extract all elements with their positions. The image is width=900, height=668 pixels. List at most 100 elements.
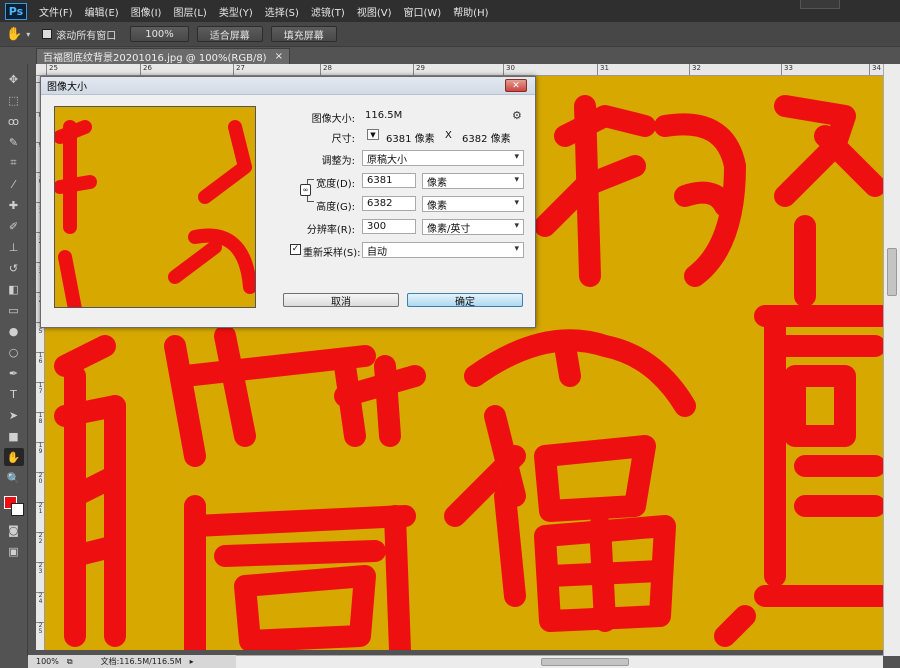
gradient-tool-icon[interactable]: ▭ [4,301,24,319]
dodge-tool-icon[interactable]: ○ [4,343,24,361]
image-size-label: 图像大小: [311,114,355,125]
width-unit-select[interactable]: 像素 [422,173,524,189]
tool-preset-dropdown-icon[interactable]: ▾ [26,30,30,39]
ruler-tick: 28 [320,64,332,75]
clone-stamp-tool-icon[interactable]: ⊥ [4,238,24,256]
vertical-scroll-thumb[interactable] [887,248,897,296]
menu-help[interactable]: 帮助(H) [447,4,494,19]
close-tab-icon[interactable]: × [275,51,283,62]
ruler-tick: 2 3 [36,562,44,575]
height-field[interactable]: 6382 [362,196,416,211]
hand-tool-icon[interactable]: ✋ [6,27,22,42]
document-title: 百福图底纹背景20201016.jpg @ 100%(RGB/8) [43,53,267,64]
dimensions-label: 尺寸: [331,134,355,145]
gear-icon[interactable]: ⚙ [512,109,522,122]
ruler-tick: 26 [140,64,152,75]
resample-checkbox[interactable]: ✓ [290,244,301,255]
export-icon[interactable]: ⧉ [67,657,73,667]
dialog-title: 图像大小 [47,82,87,93]
type-tool-icon[interactable]: T [4,385,24,403]
healing-brush-tool-icon[interactable]: ✚ [4,196,24,214]
menu-window[interactable]: 窗口(W) [397,4,447,19]
ruler-tick: 2 1 [36,502,44,515]
ruler-tick: 2 0 [36,472,44,485]
crop-tool-icon[interactable]: ⌗ [4,154,24,172]
marquee-tool-icon[interactable]: ⬚ [4,91,24,109]
menu-file[interactable]: 文件(F) [33,4,79,19]
ruler-tick: 1 6 [36,352,44,365]
background-color-swatch[interactable] [10,503,24,516]
scroll-all-label: 滚动所有窗口 [56,30,117,42]
ruler-tick: 2 5 [36,622,44,635]
screen-mode-icon[interactable]: ▣ [4,542,24,560]
preview-artwork [55,120,255,307]
eraser-tool-icon[interactable]: ◧ [4,280,24,298]
image-preview[interactable] [54,106,256,308]
move-tool-icon[interactable]: ✥ [4,70,24,88]
main-menu: 文件(F) 编辑(E) 图像(I) 图层(L) 类型(Y) 选择(S) 滤镜(T… [33,4,495,19]
height-unit-select[interactable]: 像素 [422,196,524,212]
quick-mask-icon[interactable]: ◙ [4,521,24,539]
resample-select[interactable]: 自动 [362,242,524,258]
blur-tool-icon[interactable]: ● [4,322,24,340]
resolution-label: 分辨率(R): [306,225,355,236]
height-label: 高度(G): [316,202,355,213]
scroll-all-checkbox[interactable] [42,29,53,39]
hand-tool-icon[interactable]: ✋ [3,448,24,466]
fit-to-select[interactable]: 原稿大小 [362,150,524,166]
fit-screen-button[interactable]: 适合屏幕 [196,26,263,42]
width-field[interactable]: 6381 [362,173,416,188]
history-brush-tool-icon[interactable]: ↺ [4,259,24,277]
rectangle-tool-icon[interactable]: ■ [4,427,24,445]
path-select-tool-icon[interactable]: ➤ [4,406,24,424]
menu-view[interactable]: 视图(V) [351,4,398,19]
dialog-titlebar[interactable]: 图像大小 ✕ [41,77,535,95]
zoom-level[interactable]: 100% [36,657,59,666]
image-size-dialog: 图像大小 ✕ 图像大小: 116.5M ⚙ 尺寸: ▼ 6381 像素 X 63… [40,76,536,328]
zoom-100-button[interactable]: 100% [130,26,189,42]
menu-filter[interactable]: 滤镜(T) [305,4,351,19]
status-menu-arrow-icon[interactable]: ▸ [190,657,194,666]
ruler-tick: 29 [413,64,425,75]
document-tab[interactable]: 百福图底纹背景20201016.jpg @ 100%(RGB/8) × [36,48,290,64]
quick-select-tool-icon[interactable]: ✎ [4,133,24,151]
close-icon[interactable]: ✕ [505,79,527,92]
cancel-button[interactable]: 取消 [283,293,399,308]
menu-layer[interactable]: 图层(L) [167,4,212,19]
ruler-tick: 32 [689,64,701,75]
menu-type[interactable]: 类型(Y) [213,4,259,19]
resolution-unit-select[interactable]: 像素/英寸 [422,219,524,235]
ruler-tick: 31 [597,64,609,75]
resolution-field[interactable]: 300 [362,219,416,234]
zoom-tool-icon[interactable]: 🔍 [4,469,24,487]
brush-tool-icon[interactable]: ✐ [4,217,24,235]
eyedropper-tool-icon[interactable]: ⁄ [4,175,24,193]
ruler-tick: 25 [46,64,58,75]
ruler-tick: 1 7 [36,382,44,395]
ruler-tick: 2 4 [36,592,44,605]
menu-select[interactable]: 选择(S) [259,4,305,19]
horizontal-ruler: 25 26 27 28 29 30 31 32 33 34 [36,64,883,76]
dimensions-unit-dropdown-icon[interactable]: ▼ [367,129,379,140]
lasso-tool-icon[interactable]: ꝏ [4,112,24,130]
scroll-all-windows-option[interactable]: 滚动所有窗口 [42,27,116,42]
ok-button[interactable]: 确定 [407,293,523,308]
color-swatches[interactable] [2,494,26,518]
width-label: 宽度(D): [316,179,355,190]
status-bar: 100% ⧉ 文档:116.5M/116.5M ▸ [28,655,236,668]
window-controls[interactable] [800,0,840,9]
menu-edit[interactable]: 编辑(E) [79,4,125,19]
fill-screen-button[interactable]: 填充屏幕 [270,26,337,42]
dimensions-height: 6382 像素 [462,134,511,145]
horizontal-scroll-thumb[interactable] [541,658,629,666]
vertical-scrollbar[interactable] [883,64,900,656]
tools-panel: ✥ ⬚ ꝏ ✎ ⌗ ⁄ ✚ ✐ ⊥ ↺ ◧ ▭ ● ○ ✒ T ➤ ■ ✋ 🔍 … [0,64,28,656]
dimensions-separator: X [445,130,452,141]
menu-image[interactable]: 图像(I) [125,4,168,19]
pen-tool-icon[interactable]: ✒ [4,364,24,382]
options-bar: ✋ ▾ 滚动所有窗口 100% 适合屏幕 填充屏幕 [0,22,900,47]
resample-label: 重新采样(S): [303,248,361,259]
ruler-tick: 34 [869,64,881,75]
horizontal-scrollbar[interactable] [236,655,883,668]
ruler-tick: 30 [503,64,515,75]
